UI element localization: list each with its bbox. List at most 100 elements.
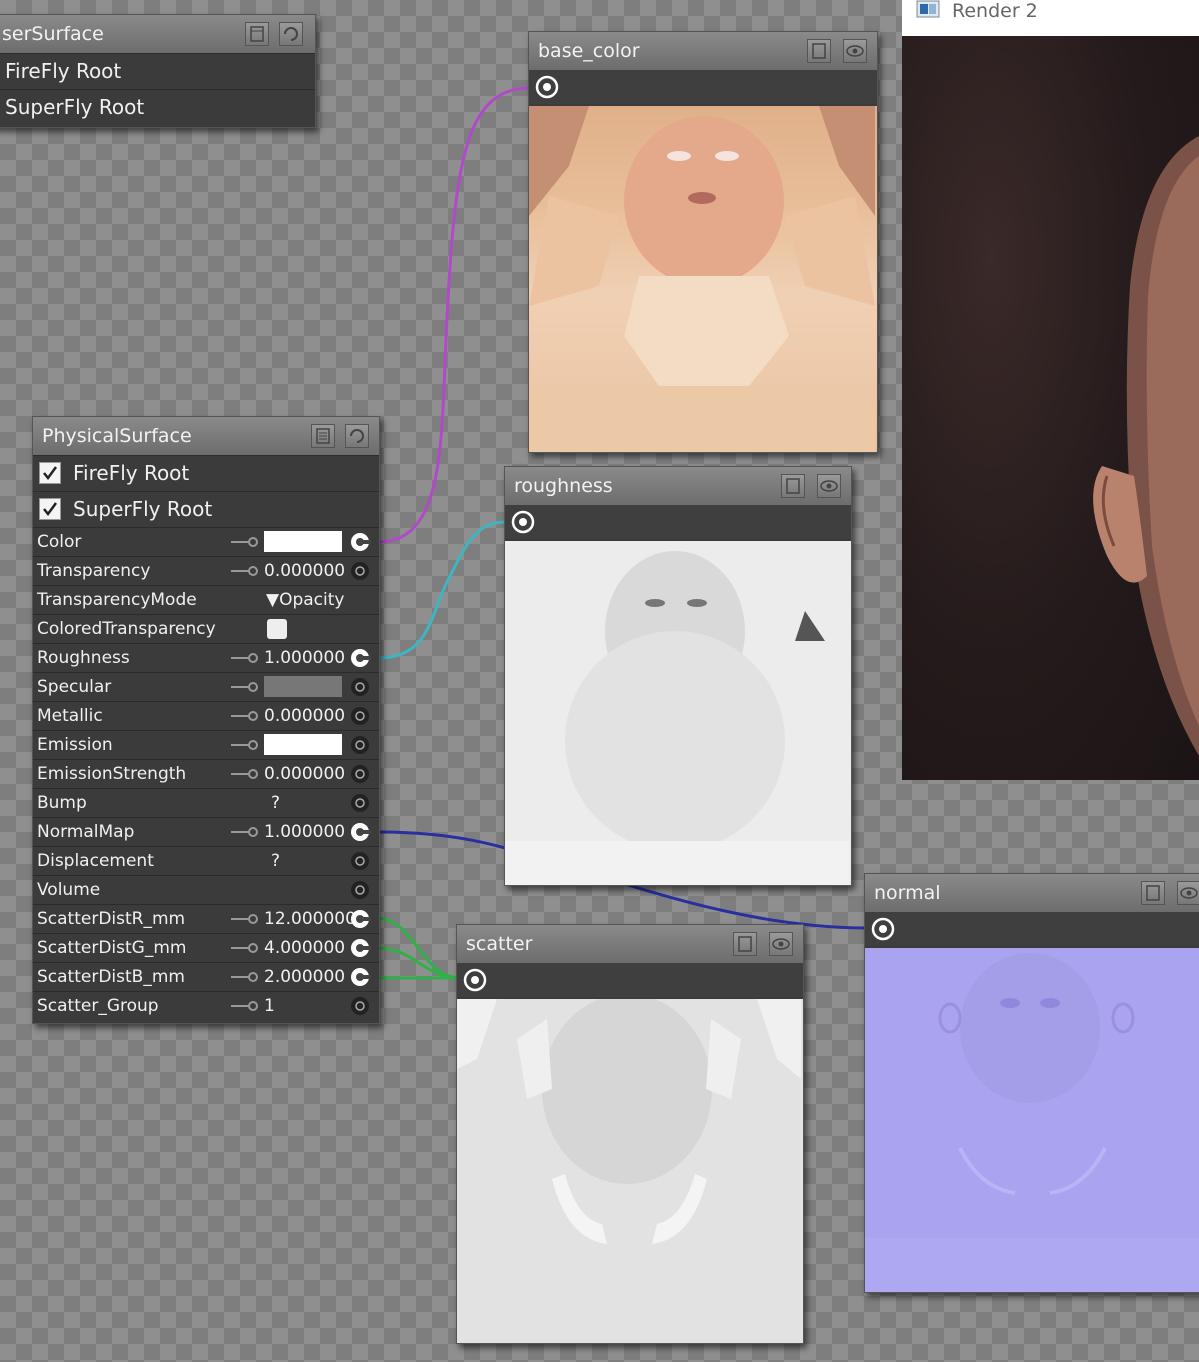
- input-port-icon[interactable]: [349, 995, 371, 1017]
- superfly-root-row[interactable]: SuperFly Root: [0, 89, 315, 125]
- param-row-scatter-dist-b[interactable]: ScatterDistB_mm 2.000000: [33, 962, 379, 991]
- preview-eye-button[interactable]: [769, 932, 793, 956]
- param-value[interactable]: 0.000000: [264, 702, 345, 730]
- scatter-node[interactable]: scatter: [456, 924, 804, 1344]
- param-value[interactable]: 12.000000: [264, 905, 356, 933]
- param-value[interactable]: 4.000000: [264, 934, 345, 962]
- base-color-node[interactable]: base_color: [528, 31, 878, 453]
- animation-key-icon[interactable]: [231, 738, 259, 752]
- superfly-root-row[interactable]: SuperFly Root: [33, 491, 379, 527]
- firefly-root-row[interactable]: FireFly Root: [33, 455, 379, 491]
- param-row-specular[interactable]: Specular: [33, 672, 379, 701]
- render-window[interactable]: Render 2: [902, 0, 1199, 780]
- param-value[interactable]: 1.000000: [264, 818, 345, 846]
- param-value[interactable]: 2.000000: [264, 963, 345, 991]
- collapse-button[interactable]: [781, 474, 805, 498]
- output-port-icon[interactable]: [871, 917, 895, 941]
- param-value[interactable]: 1: [264, 992, 275, 1020]
- base-color-header[interactable]: base_color: [529, 32, 877, 70]
- emission-swatch[interactable]: [264, 734, 342, 755]
- input-port-icon[interactable]: [349, 676, 371, 698]
- output-port-icon[interactable]: [463, 968, 487, 992]
- input-port-icon[interactable]: [349, 879, 371, 901]
- param-row-bump[interactable]: Bump ?: [33, 788, 379, 817]
- color-swatch[interactable]: [264, 531, 342, 552]
- param-row-displacement[interactable]: Displacement ?: [33, 846, 379, 875]
- param-row-scatter-dist-g[interactable]: ScatterDistG_mm 4.000000: [33, 933, 379, 962]
- param-row-emission[interactable]: Emission: [33, 730, 379, 759]
- specular-swatch[interactable]: [264, 676, 342, 697]
- connected-input-port-icon[interactable]: [349, 531, 371, 553]
- param-row-normal-map[interactable]: NormalMap 1.000000: [33, 817, 379, 846]
- param-row-metallic[interactable]: Metallic 0.000000: [33, 701, 379, 730]
- preview-eye-button[interactable]: [817, 474, 841, 498]
- output-port-icon[interactable]: [511, 510, 535, 534]
- animation-key-icon[interactable]: [231, 564, 259, 578]
- collapse-button[interactable]: [807, 39, 831, 63]
- param-row-transparency[interactable]: Transparency 0.000000: [33, 556, 379, 585]
- input-port-icon[interactable]: [349, 560, 371, 582]
- animation-key-icon[interactable]: [231, 680, 259, 694]
- param-row-roughness[interactable]: Roughness 1.000000: [33, 643, 379, 672]
- superfly-root-label: SuperFly Root: [5, 95, 145, 119]
- param-row-scatter-group[interactable]: Scatter_Group 1: [33, 991, 379, 1020]
- superfly-root-checkbox[interactable]: [39, 497, 61, 520]
- connected-input-port-icon[interactable]: [349, 937, 371, 959]
- render-window-title: Render 2: [952, 0, 1038, 22]
- preview-toggle-button[interactable]: [345, 424, 369, 448]
- input-port-icon[interactable]: [349, 734, 371, 756]
- transparency-mode-dropdown[interactable]: ▼Opacity: [266, 586, 344, 614]
- param-row-scatter-dist-r[interactable]: ScatterDistR_mm 12.000000: [33, 904, 379, 933]
- animation-key-icon[interactable]: [231, 970, 259, 984]
- roughness-node[interactable]: roughness: [504, 466, 852, 886]
- input-port-icon[interactable]: [349, 792, 371, 814]
- preview-eye-button[interactable]: [843, 39, 867, 63]
- input-port-icon[interactable]: [349, 763, 371, 785]
- connected-input-port-icon[interactable]: [349, 966, 371, 988]
- animation-key-icon[interactable]: [231, 709, 259, 723]
- param-row-emission-strength[interactable]: EmissionStrength 0.000000: [33, 759, 379, 788]
- collapse-button[interactable]: [1141, 881, 1165, 905]
- param-label: Metallic: [37, 706, 103, 726]
- animation-key-icon[interactable]: [231, 651, 259, 665]
- param-row-color[interactable]: Color: [33, 527, 379, 556]
- render-viewport[interactable]: [902, 36, 1199, 780]
- collapse-button[interactable]: [311, 424, 335, 448]
- user-surface-node[interactable]: serSurface FireFly Root SuperFly Root: [0, 14, 316, 128]
- roughness-header[interactable]: roughness: [505, 467, 851, 505]
- normal-header[interactable]: normal: [865, 874, 1199, 912]
- connected-input-port-icon[interactable]: [349, 821, 371, 843]
- param-row-transparency-mode[interactable]: TransparencyMode ▼Opacity: [33, 585, 379, 614]
- collapse-button[interactable]: [733, 932, 757, 956]
- render-window-titlebar[interactable]: Render 2: [902, 0, 1199, 34]
- connected-input-port-icon[interactable]: [349, 908, 371, 930]
- animation-key-icon[interactable]: [231, 912, 259, 926]
- preview-eye-button[interactable]: [1177, 881, 1199, 905]
- firefly-root-checkbox[interactable]: [39, 461, 61, 484]
- animation-key-icon[interactable]: [231, 999, 259, 1013]
- output-port-icon[interactable]: [535, 75, 559, 99]
- param-value[interactable]: 0.000000: [264, 557, 345, 585]
- animation-key-icon[interactable]: [231, 767, 259, 781]
- param-value[interactable]: 0.000000: [264, 760, 345, 788]
- user-surface-header[interactable]: serSurface: [0, 15, 315, 53]
- input-port-icon[interactable]: [349, 705, 371, 727]
- base-color-title: base_color: [538, 40, 640, 62]
- param-row-colored-transparency[interactable]: ColoredTransparency: [33, 614, 379, 643]
- colored-transparency-checkbox[interactable]: [267, 619, 287, 639]
- collapse-button[interactable]: [245, 22, 269, 46]
- normal-node[interactable]: normal: [864, 873, 1199, 1293]
- param-row-volume[interactable]: Volume: [33, 875, 379, 904]
- firefly-root-row[interactable]: FireFly Root: [0, 53, 315, 89]
- input-port-icon[interactable]: [349, 850, 371, 872]
- animation-key-icon[interactable]: [231, 535, 259, 549]
- scatter-header[interactable]: scatter: [457, 925, 803, 963]
- param-value[interactable]: 1.000000: [264, 644, 345, 672]
- checkmark-icon: [43, 465, 58, 480]
- preview-toggle-button[interactable]: [279, 22, 303, 46]
- physical-surface-header[interactable]: PhysicalSurface: [33, 417, 379, 455]
- animation-key-icon[interactable]: [231, 941, 259, 955]
- animation-key-icon[interactable]: [231, 825, 259, 839]
- physical-surface-node[interactable]: PhysicalSurface FireFly Root SuperFly Ro…: [32, 416, 380, 1024]
- connected-input-port-icon[interactable]: [349, 647, 371, 669]
